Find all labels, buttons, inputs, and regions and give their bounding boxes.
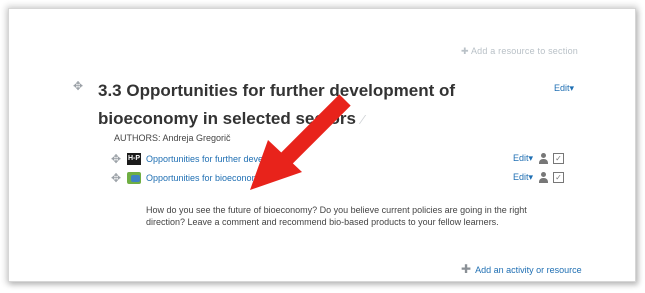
pointer-arrow-icon xyxy=(250,94,351,190)
